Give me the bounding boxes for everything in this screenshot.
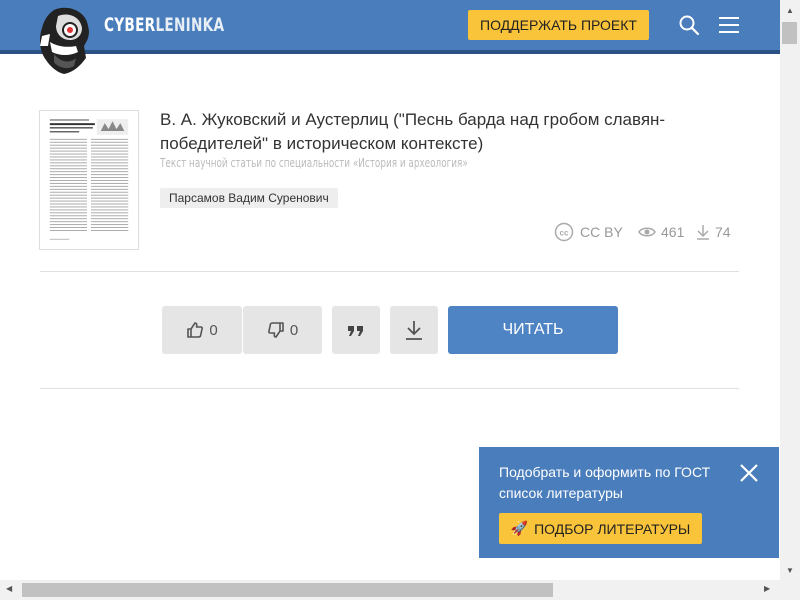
brand-logo-text[interactable]: CYBERLENINKA bbox=[104, 14, 224, 36]
article-thumbnail[interactable] bbox=[39, 110, 139, 250]
divider-top bbox=[40, 271, 739, 272]
scroll-right-arrow-icon[interactable]: ▶ bbox=[764, 584, 770, 593]
article-subject: Текст научной статьи по специальности «И… bbox=[160, 156, 468, 170]
scroll-left-arrow-icon[interactable]: ◀ bbox=[6, 584, 12, 593]
author-tag[interactable]: Парсамов Вадим Суренович bbox=[160, 188, 338, 208]
bibliography-popup: Подобрать и оформить по ГОСТ список лите… bbox=[479, 447, 779, 558]
bibliography-button[interactable]: 🚀 ПОДБОР ЛИТЕРАТУРЫ bbox=[499, 513, 702, 544]
like-button[interactable]: 0 bbox=[162, 306, 242, 354]
license-label: CC BY bbox=[580, 224, 623, 240]
quote-icon bbox=[348, 326, 363, 336]
eye-icon bbox=[638, 227, 656, 237]
support-project-button[interactable]: ПОДДЕРЖАТЬ ПРОЕКТ bbox=[468, 10, 649, 40]
popup-message: Подобрать и оформить по ГОСТ список лите… bbox=[499, 464, 711, 501]
scroll-down-arrow-icon[interactable]: ▼ bbox=[786, 566, 794, 575]
like-count: 0 bbox=[209, 321, 218, 339]
brand-part-1: CYBER bbox=[104, 14, 156, 36]
read-button[interactable]: ЧИТАТЬ bbox=[448, 306, 618, 354]
dislike-button[interactable]: 0 bbox=[243, 306, 322, 354]
close-icon[interactable] bbox=[738, 462, 760, 484]
search-icon[interactable] bbox=[678, 14, 700, 36]
cite-button[interactable] bbox=[332, 306, 380, 354]
scroll-up-arrow-icon[interactable]: ▲ bbox=[786, 6, 794, 15]
cyberleninka-logo-icon[interactable] bbox=[36, 6, 94, 76]
thumbs-up-icon bbox=[187, 322, 204, 338]
hamburger-menu-icon[interactable] bbox=[718, 14, 740, 36]
download-icon bbox=[406, 321, 422, 340]
horizontal-scrollbar[interactable]: ◀ ▶ bbox=[0, 580, 800, 600]
downloads-counter: 74 bbox=[696, 223, 731, 241]
downloads-count: 74 bbox=[715, 224, 731, 240]
divider-bottom bbox=[40, 388, 739, 389]
creative-commons-icon: cc bbox=[554, 222, 574, 242]
download-button[interactable] bbox=[390, 306, 438, 354]
svg-text:cc: cc bbox=[560, 229, 569, 238]
article-title[interactable]: В. А. Жуковский и Аустерлиц ("Песнь бард… bbox=[160, 108, 720, 156]
horizontal-scroll-thumb[interactable] bbox=[22, 583, 553, 597]
views-counter: 461 bbox=[638, 223, 684, 241]
license-info[interactable]: cc CC BY bbox=[554, 222, 623, 242]
bibliography-button-label: ПОДБОР ЛИТЕРАТУРЫ bbox=[534, 520, 691, 537]
vertical-scroll-thumb[interactable] bbox=[782, 22, 797, 44]
brand-part-2: LENINKA bbox=[155, 14, 225, 36]
rocket-icon: 🚀 bbox=[510, 520, 529, 536]
dislike-count: 0 bbox=[289, 321, 299, 339]
vertical-scrollbar[interactable]: ▲ ▼ bbox=[780, 0, 800, 580]
site-header: CYBERLENINKA ПОДДЕРЖАТЬ ПРОЕКТ bbox=[0, 0, 780, 54]
download-small-icon bbox=[697, 225, 709, 240]
thumbs-down-icon bbox=[267, 322, 284, 338]
views-count: 461 bbox=[661, 224, 685, 240]
